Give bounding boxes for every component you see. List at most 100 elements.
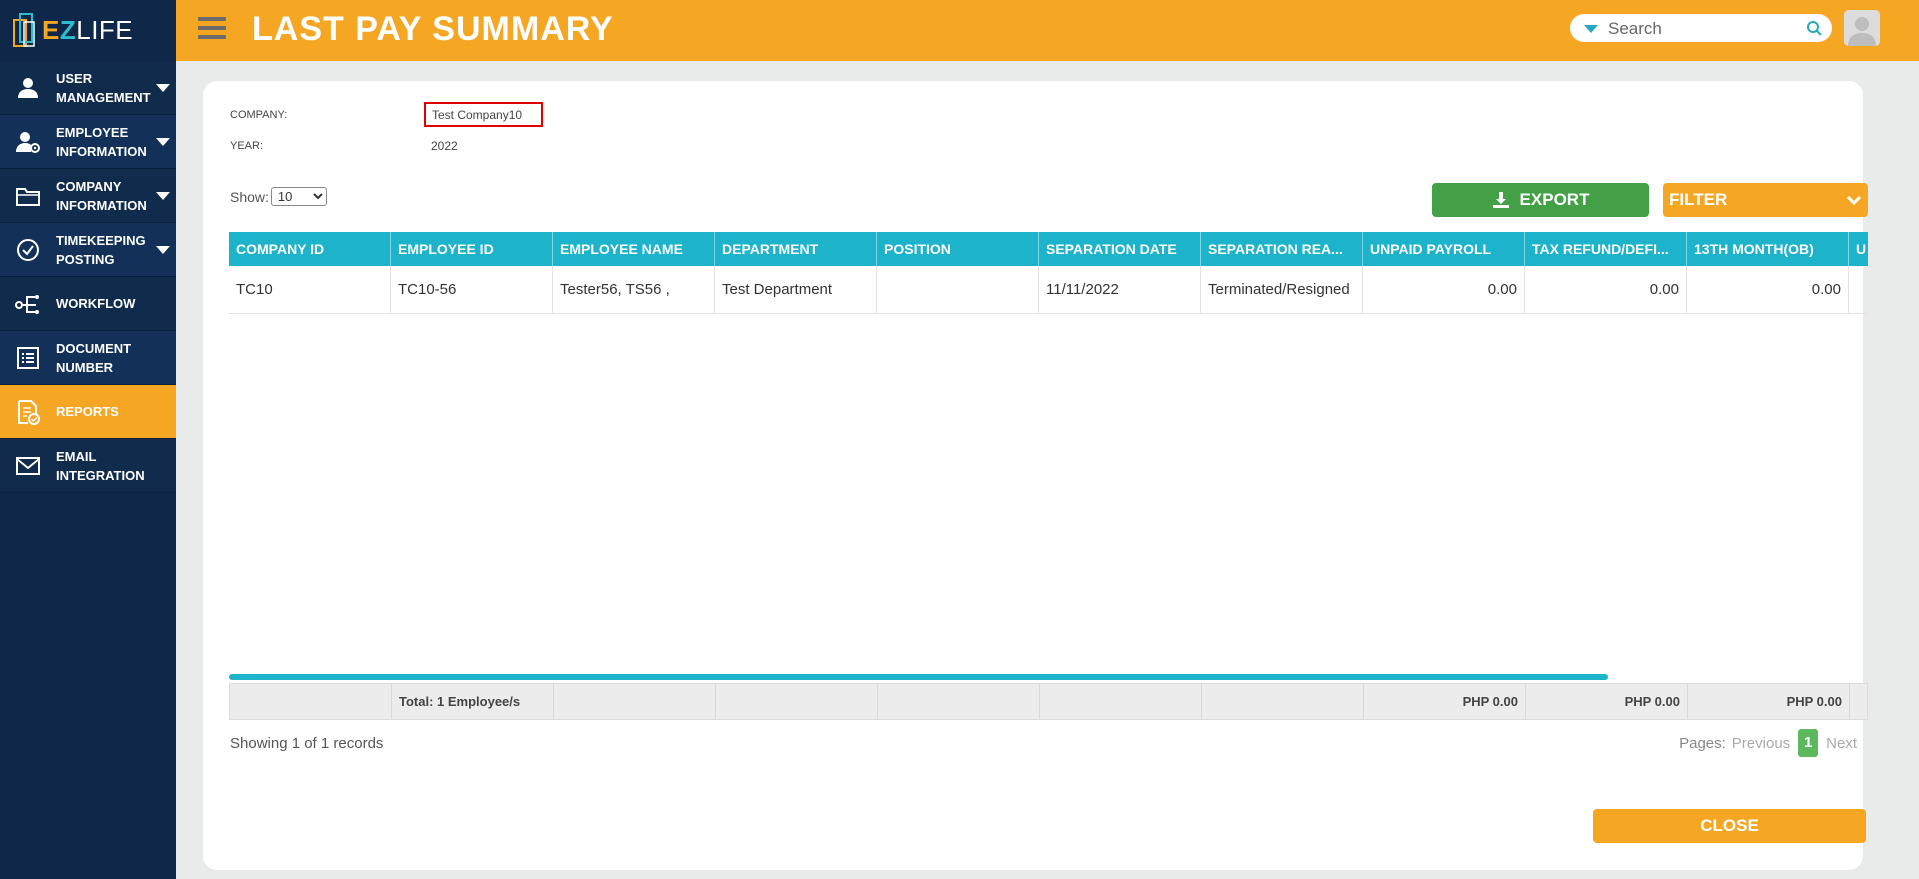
report-check-icon — [0, 399, 56, 425]
footer-cell — [1040, 684, 1202, 719]
avatar[interactable] — [1844, 10, 1880, 46]
footer-total-employees: Total: 1 Employee/s — [392, 684, 554, 719]
logo-text: EZLIFE — [42, 14, 134, 45]
download-icon — [1492, 192, 1509, 208]
show-label: Show: — [230, 188, 269, 205]
column-header[interactable]: U — [1849, 232, 1868, 266]
sidebar-item-reports[interactable]: REPORTS — [0, 385, 176, 439]
year-value: 2022 — [431, 139, 458, 153]
column-header[interactable]: SEPARATION REA... — [1201, 232, 1363, 266]
year-label: YEAR: — [230, 140, 264, 152]
sidebar-item-company-information[interactable]: COMPANY INFORMATION — [0, 169, 176, 223]
pages-label: Pages: — [1679, 734, 1726, 752]
sidebar-item-label: COMPANY INFORMATION — [56, 178, 147, 213]
table-header: COMPANY ID EMPLOYEE ID EMPLOYEE NAME DEP… — [229, 232, 1868, 266]
page-title: LAST PAY SUMMARY — [252, 10, 614, 48]
chevron-down-icon — [156, 137, 170, 146]
table-cell: 0.00 — [1687, 266, 1849, 313]
filter-label: FILTER — [1669, 190, 1728, 209]
search-input[interactable] — [1606, 17, 1810, 41]
page-1-button[interactable]: 1 — [1798, 729, 1819, 757]
top-header: LAST PAY SUMMARY — [176, 0, 1919, 61]
table-cell: Terminated/Resigned — [1201, 266, 1363, 313]
chevron-down-icon — [156, 83, 170, 92]
sidebar-item-label: DOCUMENT NUMBER — [56, 340, 132, 375]
column-header[interactable]: EMPLOYEE ID — [391, 232, 553, 266]
sidebar-item-label: WORKFLOW — [56, 296, 136, 311]
table-cell: Test Department — [715, 266, 877, 313]
table-cell: 0.00 — [1363, 266, 1525, 313]
footer-cell — [1202, 684, 1364, 719]
chevron-down-icon — [1846, 195, 1862, 206]
sidebar: EZLIFE USER MANAGEMENT EMPLOYEE INFORMAT… — [0, 0, 176, 879]
footer-cell: PHP 0.00 — [1364, 684, 1526, 719]
footer-cell — [230, 684, 392, 719]
folder-icon — [0, 185, 56, 207]
sidebar-item-user-management[interactable]: USER MANAGEMENT — [0, 61, 176, 115]
search-dropdown-caret-icon[interactable] — [1584, 25, 1598, 33]
previous-page-button[interactable]: Previous — [1732, 735, 1790, 752]
next-page-button[interactable]: Next — [1826, 735, 1857, 752]
column-header[interactable]: POSITION — [877, 232, 1039, 266]
column-header[interactable]: COMPANY ID — [229, 232, 391, 266]
column-header[interactable]: DEPARTMENT — [715, 232, 877, 266]
export-label: EXPORT — [1519, 190, 1590, 209]
page-size-select[interactable]: 10 — [270, 187, 327, 206]
footer-cell: PHP 0.00 — [1688, 684, 1850, 719]
sidebar-nav: USER MANAGEMENT EMPLOYEE INFORMATION COM… — [0, 61, 176, 493]
employee-gear-icon — [0, 130, 56, 154]
company-label: COMPANY: — [230, 109, 288, 121]
footer-cell — [878, 684, 1040, 719]
sidebar-item-label: EMAIL INTEGRATION — [56, 448, 145, 483]
sidebar-item-label: USER MANAGEMENT — [56, 70, 151, 105]
hamburger-menu-icon[interactable] — [198, 17, 226, 43]
table-cell: 11/11/2022 — [1039, 266, 1201, 313]
sidebar-item-document-number[interactable]: DOCUMENT NUMBER — [0, 331, 176, 385]
page-size-control: Show: 10 — [230, 187, 327, 206]
sidebar-item-workflow[interactable]: WORKFLOW — [0, 277, 176, 331]
table-cell: TC10 — [229, 266, 391, 313]
footer-cell — [716, 684, 878, 719]
column-header[interactable]: EMPLOYEE NAME — [553, 232, 715, 266]
company-value: Test Company10 — [424, 102, 543, 127]
report-panel: COMPANY: Test Company10 YEAR: 2022 Show:… — [203, 81, 1868, 870]
footer-cell: PHP 0.00 — [1526, 684, 1688, 719]
workflow-icon — [0, 293, 56, 315]
chevron-down-icon — [156, 245, 170, 254]
ezlife-logo[interactable]: EZLIFE — [12, 6, 162, 54]
column-header[interactable]: UNPAID PAYROLL — [1363, 232, 1525, 266]
pagination: Pages: Previous 1 Next — [1679, 729, 1857, 757]
logo-mark-icon — [13, 13, 35, 47]
user-icon — [0, 76, 56, 100]
export-button[interactable]: EXPORT — [1432, 183, 1649, 217]
column-header[interactable]: 13TH MONTH(OB) — [1687, 232, 1849, 266]
sidebar-item-email-integration[interactable]: EMAIL INTEGRATION — [0, 439, 176, 493]
table-cell — [877, 266, 1039, 313]
horizontal-scrollbar[interactable] — [229, 674, 1608, 680]
table-footer-totals: Total: 1 Employee/s PHP 0.00 PHP 0.00 PH… — [229, 683, 1868, 720]
footer-cell — [554, 684, 716, 719]
table-cell: 0.00 — [1525, 266, 1687, 313]
search-icon[interactable] — [1806, 20, 1822, 41]
close-button[interactable]: CLOSE — [1593, 809, 1866, 843]
column-header[interactable]: TAX REFUND/DEFI... — [1525, 232, 1687, 266]
table-cell: TC10-56 — [391, 266, 553, 313]
records-count: Showing 1 of 1 records — [230, 735, 384, 752]
table-cell: Tester56, TS56 , — [553, 266, 715, 313]
check-circle-icon — [0, 238, 56, 262]
table-cell — [1849, 266, 1868, 313]
search-box — [1570, 14, 1832, 42]
filter-button[interactable]: FILTER — [1663, 183, 1868, 217]
mail-icon — [0, 456, 56, 476]
sidebar-item-label: REPORTS — [56, 404, 119, 419]
footer-cell — [1850, 684, 1919, 719]
sidebar-item-timekeeping-posting[interactable]: TIMEKEEPING POSTING — [0, 223, 176, 277]
list-icon — [0, 346, 56, 370]
sidebar-item-label: EMPLOYEE INFORMATION — [56, 124, 147, 159]
sidebar-item-label: TIMEKEEPING POSTING — [56, 232, 146, 267]
column-header[interactable]: SEPARATION DATE — [1039, 232, 1201, 266]
sidebar-item-employee-information[interactable]: EMPLOYEE INFORMATION — [0, 115, 176, 169]
last-pay-table: COMPANY ID EMPLOYEE ID EMPLOYEE NAME DEP… — [229, 232, 1868, 648]
table-row[interactable]: TC10 TC10-56 Tester56, TS56 , Test Depar… — [229, 266, 1868, 314]
chevron-down-icon — [156, 191, 170, 200]
